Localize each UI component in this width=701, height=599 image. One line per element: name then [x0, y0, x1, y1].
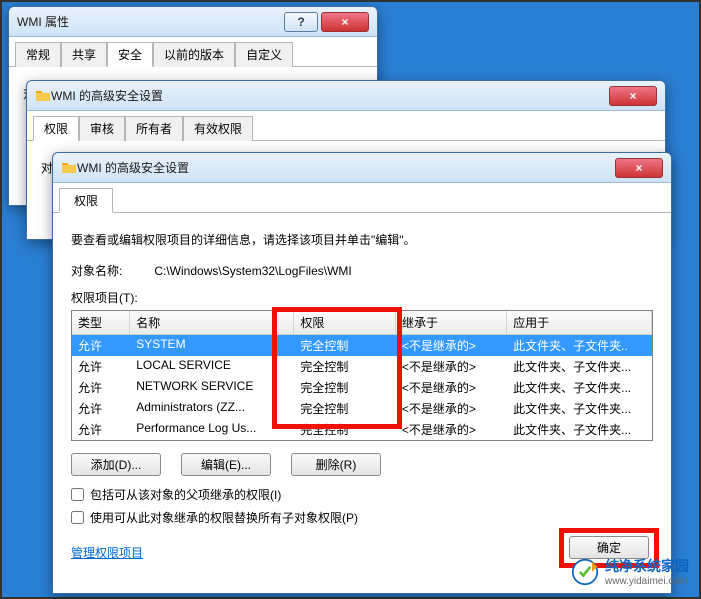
include-inheritable-checkbox[interactable]: 包括可从该对象的父项继承的权限(I) — [71, 486, 653, 503]
tab-audit[interactable]: 审核 — [79, 116, 125, 141]
object-name-value: C:\Windows\System32\LogFiles\WMI — [154, 264, 351, 278]
tab-general[interactable]: 常规 — [15, 42, 61, 67]
titlebar[interactable]: WMI 属性 ? × — [9, 7, 377, 37]
cell-inherit: <不是继承的> — [396, 399, 507, 418]
window-title: WMI 的高级安全设置 — [77, 159, 612, 176]
checkbox-label: 使用可从此对象继承的权限替换所有子对象权限(P) — [90, 509, 358, 526]
tab-permissions[interactable]: 权限 — [33, 116, 79, 141]
col-inherit[interactable]: 继承于 — [396, 311, 507, 334]
cell-inherit: <不是继承的> — [396, 336, 507, 355]
cell-inherit: <不是继承的> — [396, 378, 507, 397]
cell-name: Performance Log Us... — [130, 420, 294, 439]
cell-type: 允许 — [72, 336, 130, 355]
tab-share[interactable]: 共享 — [61, 42, 107, 67]
cell-perm: 完全控制 — [294, 399, 396, 418]
tab-previous-versions[interactable]: 以前的版本 — [153, 42, 235, 67]
cell-apply: 此文件夹、子文件夹... — [507, 357, 652, 376]
tab-security[interactable]: 安全 — [107, 42, 153, 67]
object-name-label: 对象名称: — [71, 262, 151, 279]
help-button[interactable]: ? — [284, 12, 318, 32]
cell-apply: 此文件夹、子文件夹... — [507, 378, 652, 397]
col-type[interactable]: 类型 — [72, 311, 130, 334]
cell-apply: 此文件夹、子文件夹... — [507, 420, 652, 439]
permission-table[interactable]: 类型 名称 权限 继承于 应用于 允许SYSTEM完全控制<不是继承的>此文件夹… — [71, 310, 653, 441]
tabstrip: 权限 审核 所有者 有效权限 — [27, 111, 665, 141]
edit-button[interactable]: 编辑(E)... — [181, 453, 271, 476]
folder-icon — [61, 160, 77, 176]
close-button[interactable]: × — [321, 12, 369, 32]
watermark-name: 纯净系统家园 — [605, 556, 689, 576]
window-title: WMI 属性 — [17, 13, 281, 30]
cell-perm: 完全控制 — [294, 420, 396, 439]
manage-permissions-link[interactable]: 管理权限项目 — [71, 544, 143, 561]
cell-name: Administrators (ZZ... — [130, 399, 294, 418]
instruction-text: 要查看或编辑权限项目的详细信息，请选择该项目并单击"编辑"。 — [71, 231, 653, 248]
cell-inherit: <不是继承的> — [396, 357, 507, 376]
cell-apply: 此文件夹、子文件夹.. — [507, 336, 652, 355]
replace-child-perms-checkbox[interactable]: 使用可从此对象继承的权限替换所有子对象权限(P) — [71, 509, 653, 526]
col-permission[interactable]: 权限 — [294, 311, 396, 334]
close-button[interactable]: × — [615, 158, 663, 178]
tab-effective[interactable]: 有效权限 — [183, 116, 253, 141]
tabstrip: 权限 — [53, 183, 671, 213]
tab-permissions[interactable]: 权限 — [59, 188, 113, 213]
watermark: 纯净系统家园 www.yidaimei.com — [571, 556, 689, 587]
col-apply[interactable]: 应用于 — [507, 311, 652, 334]
cell-type: 允许 — [72, 357, 130, 376]
add-button[interactable]: 添加(D)... — [71, 453, 161, 476]
titlebar[interactable]: WMI 的高级安全设置 × — [27, 81, 665, 111]
cell-name: LOCAL SERVICE — [130, 357, 294, 376]
cell-perm: 完全控制 — [294, 336, 396, 355]
cell-perm: 完全控制 — [294, 357, 396, 376]
watermark-url: www.yidaimei.com — [605, 576, 689, 587]
titlebar[interactable]: WMI 的高级安全设置 × — [53, 153, 671, 183]
logo-icon — [571, 558, 599, 586]
tabstrip: 常规 共享 安全 以前的版本 自定义 — [9, 37, 377, 67]
cell-apply: 此文件夹、子文件夹... — [507, 399, 652, 418]
cell-type: 允许 — [72, 399, 130, 418]
checkbox-label: 包括可从该对象的父项继承的权限(I) — [90, 486, 281, 503]
cell-type: 允许 — [72, 378, 130, 397]
cell-type: 允许 — [72, 420, 130, 439]
folder-icon — [35, 88, 51, 104]
advanced-security-window: WMI 的高级安全设置 × 权限 要查看或编辑权限项目的详细信息，请选择该项目并… — [52, 152, 672, 594]
table-row[interactable]: 允许Performance Log Us...完全控制<不是继承的>此文件夹、子… — [72, 419, 652, 440]
checkbox-input[interactable] — [71, 488, 84, 501]
cell-perm: 完全控制 — [294, 378, 396, 397]
cell-name: SYSTEM — [130, 336, 294, 355]
table-row[interactable]: 允许SYSTEM完全控制<不是继承的>此文件夹、子文件夹.. — [72, 335, 652, 356]
window-title: WMI 的高级安全设置 — [51, 87, 606, 104]
table-row[interactable]: 允许LOCAL SERVICE完全控制<不是继承的>此文件夹、子文件夹... — [72, 356, 652, 377]
table-header: 类型 名称 权限 继承于 应用于 — [72, 311, 652, 335]
cell-inherit: <不是继承的> — [396, 420, 507, 439]
checkbox-input[interactable] — [71, 511, 84, 524]
table-row[interactable]: 允许NETWORK SERVICE完全控制<不是继承的>此文件夹、子文件夹... — [72, 377, 652, 398]
permission-list-label: 权限项目(T): — [71, 289, 653, 306]
close-button[interactable]: × — [609, 86, 657, 106]
cell-name: NETWORK SERVICE — [130, 378, 294, 397]
table-row[interactable]: 允许Administrators (ZZ...完全控制<不是继承的>此文件夹、子… — [72, 398, 652, 419]
tab-owner[interactable]: 所有者 — [125, 116, 183, 141]
remove-button[interactable]: 删除(R) — [291, 453, 381, 476]
col-name[interactable]: 名称 — [130, 311, 294, 334]
tab-custom[interactable]: 自定义 — [235, 42, 293, 67]
